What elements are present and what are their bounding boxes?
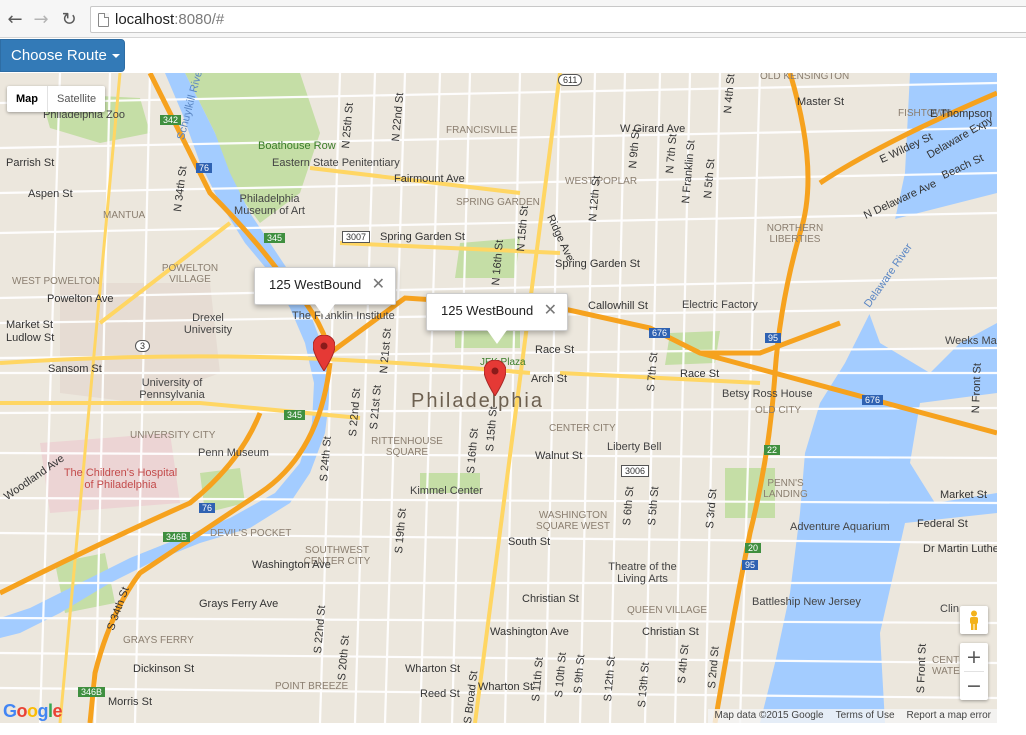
info-window-tail bbox=[315, 304, 335, 318]
pegman-icon[interactable] bbox=[960, 606, 988, 634]
caret-down-icon bbox=[111, 53, 120, 58]
park-area bbox=[725, 468, 775, 518]
google-logo: Google bbox=[3, 701, 63, 721]
url-path: :8080/# bbox=[174, 11, 225, 28]
browser-toolbar: ← → ↻ localhost:8080/# bbox=[0, 0, 1026, 38]
report-error-link[interactable]: Report a map error bbox=[901, 709, 997, 723]
map-canvas[interactable]: Philadelphia OLD KENSINGTON FISHTOWN FRA… bbox=[0, 73, 997, 723]
map-type-map-button[interactable]: Map bbox=[7, 86, 48, 112]
page-icon bbox=[98, 13, 109, 27]
zoom-out-button[interactable]: − bbox=[960, 672, 988, 700]
map-type-satellite-button[interactable]: Satellite bbox=[48, 86, 105, 112]
map-type-control: Map Satellite bbox=[7, 86, 106, 112]
info-window-label: 125 WestBound bbox=[269, 277, 362, 292]
info-window-label: 125 WestBound bbox=[441, 303, 534, 318]
zoom-control: + − bbox=[960, 643, 988, 700]
reload-icon[interactable]: ↻ bbox=[58, 8, 80, 30]
map-base bbox=[0, 73, 997, 723]
map-marker-icon[interactable] bbox=[484, 360, 506, 396]
park-area bbox=[420, 473, 480, 493]
info-window-tail bbox=[487, 330, 507, 344]
choose-route-button[interactable]: Choose Route bbox=[0, 39, 125, 72]
url-text: localhost:8080/# bbox=[115, 11, 224, 28]
close-icon[interactable]: ✕ bbox=[544, 300, 557, 319]
info-window: 125 WestBound ✕ bbox=[254, 267, 396, 318]
arrow-right-icon[interactable]: → bbox=[30, 8, 52, 30]
close-icon[interactable]: ✕ bbox=[372, 274, 385, 293]
map-data-text: Map data ©2015 Google bbox=[714, 710, 824, 721]
info-window: 125 WestBound ✕ bbox=[426, 293, 568, 344]
terms-link[interactable]: Terms of Use bbox=[830, 709, 901, 723]
arrow-left-icon[interactable]: ← bbox=[4, 8, 26, 30]
map-attribution: Map data ©2015 Google Terms of Use Repor… bbox=[708, 709, 997, 723]
url-host: localhost bbox=[115, 11, 175, 28]
street-view-icon bbox=[970, 610, 978, 630]
map-marker-icon[interactable] bbox=[313, 335, 335, 371]
zoom-in-button[interactable]: + bbox=[960, 643, 988, 671]
address-bar[interactable]: localhost:8080/# bbox=[90, 6, 1026, 33]
choose-route-label: Choose Route bbox=[11, 47, 107, 64]
